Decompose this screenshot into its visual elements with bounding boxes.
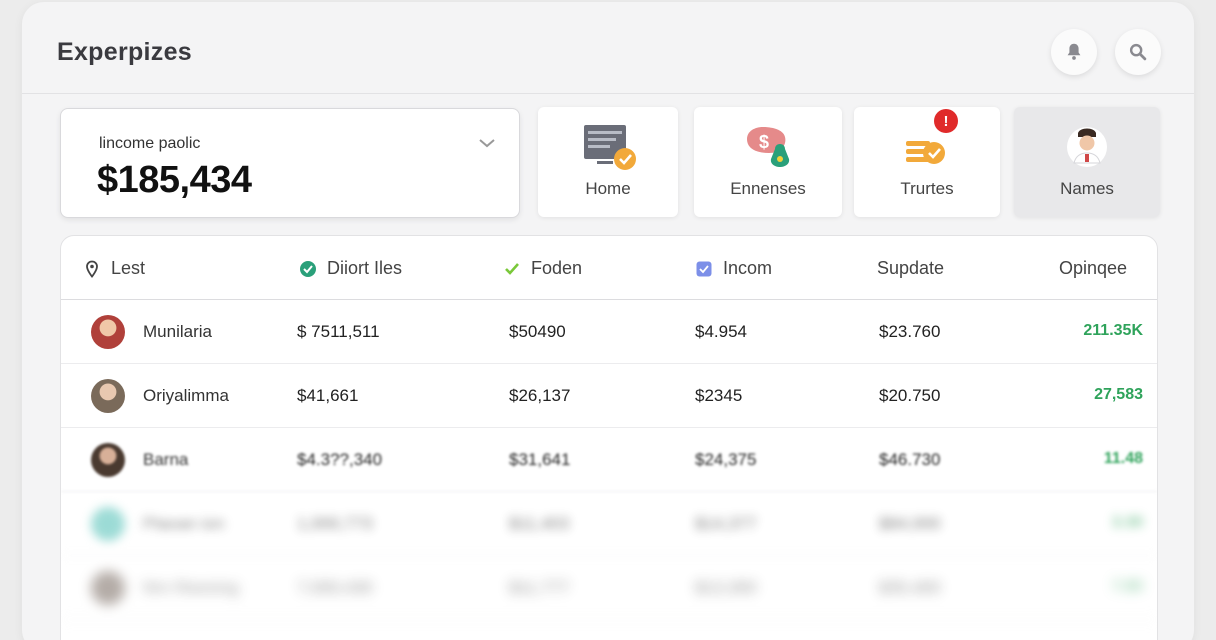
search-button[interactable] [1115, 29, 1161, 75]
column-header-lest[interactable]: Lest [83, 258, 145, 279]
tile-label-trurtes: Trurtes [900, 179, 954, 198]
row-value: $2345 [695, 386, 743, 405]
row-value: $ 7511,511 [297, 322, 380, 341]
row-value-highlight: 11.48 [1103, 450, 1143, 467]
money-bag-icon: $ [747, 127, 790, 167]
table-row[interactable]: Barna $4.3??,340 $31,641 $24,375 $46.730… [61, 428, 1157, 492]
row-value: 7,000,430 [297, 578, 373, 597]
bell-icon [1067, 43, 1081, 60]
checkmark-icon [505, 262, 519, 275]
column-header-label: Incom [723, 258, 773, 278]
row-name: Oriyalimma [143, 386, 229, 405]
row-value: $41,661 [297, 386, 359, 405]
chevron-down-icon [479, 139, 495, 148]
row-value: $4.3??,340 [297, 450, 383, 469]
table-header: Lest Diiort Iles Foden Incom Supdate Opi… [61, 236, 1157, 300]
data-table: Lest Diiort Iles Foden Incom Supdate Opi… [60, 235, 1158, 640]
row-value: $13,300 [695, 578, 757, 597]
notifications-button[interactable] [1051, 29, 1097, 75]
column-header-incom[interactable]: Incom [695, 258, 772, 279]
row-value: $11,777 [509, 578, 570, 597]
svg-text:$: $ [759, 132, 769, 152]
row-value: $46.730 [879, 450, 941, 469]
header: Experpizes [22, 2, 1194, 94]
row-value-highlight: 7.80 [1111, 578, 1143, 595]
row-value-highlight: 211.35K [1083, 322, 1143, 339]
row-name: Nrn Reeoing [143, 578, 239, 597]
page-title: Experpizes [57, 38, 193, 66]
row-value: $84,000 [879, 514, 941, 533]
avatar [91, 315, 125, 349]
tile-names[interactable]: Names [1014, 107, 1160, 217]
row-name: Munilaria [143, 322, 212, 341]
tile-trurtes[interactable]: ! Trurtes [854, 107, 1000, 217]
tile-label-ennenses: Ennenses [730, 179, 806, 198]
row-value-highlight: 27,583 [1094, 386, 1143, 403]
avatar [91, 443, 125, 477]
checkbox-icon [696, 261, 712, 276]
row-value: $14,377 [695, 514, 757, 533]
column-header-opinqee[interactable]: Opinqee [1059, 258, 1127, 279]
alert-badge: ! [934, 109, 958, 133]
column-header-label: Supdate [877, 258, 945, 278]
row-value: $24,375 [695, 450, 757, 469]
tile-ennenses[interactable]: $ Ennenses [694, 107, 842, 217]
location-pin-icon [86, 260, 98, 278]
row-name: Barna [143, 450, 189, 469]
tile-label-home: Home [585, 179, 631, 198]
table-row[interactable]: Munilaria $ 7511,511 $50490 $4.954 $23.7… [61, 300, 1157, 364]
income-summary-dropdown[interactable]: lincome paolic $185,434 [60, 108, 520, 218]
table-row[interactable]: Nrn Reeoing 7,000,430 $11,777 $13,300 $3… [61, 556, 1157, 620]
column-header-diiort-iles[interactable]: Diiort Iles [299, 258, 402, 279]
column-header-label: Lest [111, 258, 146, 278]
column-header-supdate[interactable]: Supdate [877, 258, 944, 279]
table-row[interactable]: Ptaoan ion 1,000,773 $11,403 $14,377 $84… [61, 492, 1157, 556]
row-value: $50490 [509, 322, 566, 341]
avatar [91, 507, 125, 541]
column-header-label: Foden [531, 258, 583, 278]
search-icon [1129, 43, 1147, 61]
row-value-highlight: 3.30 [1111, 514, 1143, 531]
monitor-check-icon [584, 125, 636, 170]
row-value: $23.760 [879, 322, 941, 341]
row-value: $4.954 [695, 322, 747, 341]
tile-home[interactable]: Home [538, 107, 678, 217]
avatar [91, 571, 125, 605]
summary-label: lincome paolic [99, 135, 201, 152]
column-header-foden[interactable]: Foden [503, 258, 582, 279]
summary-value: $185,434 [97, 159, 252, 201]
person-avatar-icon [1067, 127, 1107, 167]
avatar [91, 379, 125, 413]
app-window: Experpizes lincome paolic $185,434 Home … [22, 2, 1194, 640]
check-circle-icon [300, 260, 316, 277]
row-value: $35,400 [879, 578, 941, 597]
tile-label-names: Names [1060, 179, 1114, 198]
row-value: $11,403 [509, 514, 570, 533]
table-row[interactable]: Oriyalimma $41,661 $26,137 $2345 $20.750… [61, 364, 1157, 428]
row-value: $26,137 [509, 386, 571, 405]
row-value: 1,000,773 [297, 514, 373, 533]
row-value: $31,641 [509, 450, 571, 469]
column-header-label: Diiort Iles [327, 258, 403, 278]
row-value: $20.750 [879, 386, 941, 405]
row-name: Ptaoan ion [143, 514, 225, 533]
column-header-label: Opinqee [1059, 258, 1128, 278]
